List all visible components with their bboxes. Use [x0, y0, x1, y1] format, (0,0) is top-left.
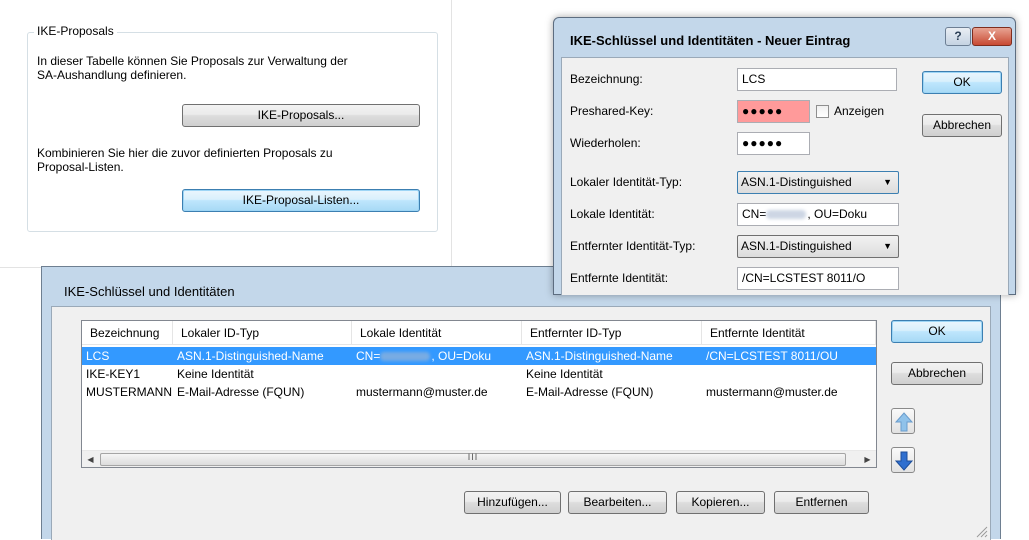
column-header-name[interactable]: Bezeichnung — [82, 321, 173, 345]
cell-remote-type: ASN.1-Distinguished-Name — [526, 349, 673, 363]
remote-type-label: Entfernter Identität-Typ: — [570, 239, 696, 253]
local-id-suffix: , OU=Doku — [807, 207, 868, 221]
grip-mark: III — [467, 452, 479, 462]
edit-button[interactable]: Bearbeiten... — [568, 491, 667, 514]
description-line: SA-Aushandlung definieren. — [37, 68, 187, 82]
cell-name: LCS — [86, 349, 110, 363]
cell-remote-id — [702, 365, 876, 383]
ok-button[interactable]: OK — [922, 71, 1002, 94]
cancel-button[interactable]: Abbrechen — [891, 362, 983, 385]
add-button[interactable]: Hinzufügen... — [464, 491, 561, 514]
repeat-label: Wiederholen: — [570, 136, 641, 150]
cell-name: IKE-KEY1 — [86, 367, 141, 381]
arrow-up-icon — [895, 412, 913, 432]
dialog-client-area: Bezeichnung Lokaler ID-Typ Lokale Identi… — [51, 306, 991, 540]
cancel-button[interactable]: Abbrechen — [922, 114, 1002, 137]
table-row[interactable]: LCS ASN.1-Distinguished-Name CN= , OU=Dok… — [82, 347, 876, 365]
column-header-remote-id[interactable]: Entfernte Identität — [702, 321, 876, 345]
show-key-checkbox[interactable] — [816, 105, 829, 118]
description-line: Kombinieren Sie hier die zuvor definiert… — [37, 146, 333, 160]
scrollbar-thumb[interactable]: III — [100, 452, 846, 466]
description-line: In dieser Tabelle können Sie Proposals z… — [37, 54, 348, 68]
cell-local-id: CN= , OU=Doku — [352, 347, 522, 365]
horizontal-scrollbar[interactable]: ◀ III ▶ — [82, 450, 876, 467]
cell-local-type: E-Mail-Adresse (FQUN) — [177, 385, 305, 399]
close-button[interactable]: X — [972, 27, 1012, 46]
preshared-key-field[interactable]: ●●●●● — [737, 100, 810, 123]
local-type-label: Lokaler Identität-Typ: — [570, 175, 683, 189]
chevron-down-icon: ▼ — [883, 241, 892, 251]
table-row[interactable]: IKE-KEY1 Keine Identität Keine Identität — [82, 365, 876, 383]
dialog-title: IKE-Schlüssel und Identitäten — [64, 284, 235, 299]
ike-proposals-button[interactable]: IKE-Proposals... — [182, 104, 420, 127]
groupbox-title: IKE-Proposals — [34, 24, 117, 38]
cell-remote-type: Keine Identität — [526, 367, 603, 381]
masked-value: ●●●●● — [742, 136, 784, 150]
scroll-left-icon[interactable]: ◀ — [82, 451, 99, 468]
chevron-down-icon: ▼ — [883, 177, 892, 187]
proposals-description: In dieser Tabelle können Sie Proposals z… — [37, 54, 348, 82]
local-id-prefix: CN= — [742, 207, 767, 221]
column-header-remote-type[interactable]: Entfernter ID-Typ — [522, 321, 702, 345]
column-header-local-id[interactable]: Lokale Identität — [352, 321, 522, 345]
copy-button[interactable]: Kopieren... — [676, 491, 765, 514]
selected-value: ASN.1-Distinguished — [741, 239, 852, 253]
list-header: Bezeichnung Lokaler ID-Typ Lokale Identi… — [82, 321, 876, 345]
move-up-button[interactable] — [891, 408, 915, 434]
name-label: Bezeichnung: — [570, 72, 643, 86]
remote-identity-type-select[interactable]: ASN.1-Distinguished ▼ — [737, 235, 899, 258]
repeat-key-field[interactable]: ●●●●● — [737, 132, 810, 155]
selected-value: ASN.1-Distinguished — [741, 175, 852, 189]
arrow-down-icon — [895, 451, 913, 471]
help-icon: ? — [954, 29, 962, 43]
scroll-right-icon[interactable]: ▶ — [859, 451, 876, 468]
description-line: Proposal-Listen. — [37, 160, 124, 174]
ike-proposal-lists-button[interactable]: IKE-Proposal-Listen... — [182, 189, 420, 212]
cell-local-type: ASN.1-Distinguished-Name — [177, 349, 324, 363]
cell-remote-type: E-Mail-Adresse (FQUN) — [526, 385, 654, 399]
proposal-lists-description: Kombinieren Sie hier die zuvor definiert… — [37, 146, 333, 174]
local-id-suffix: , OU=Doku — [431, 349, 492, 363]
ike-keys-list[interactable]: Bezeichnung Lokaler ID-Typ Lokale Identi… — [81, 320, 877, 468]
masked-value: ●●●●● — [742, 104, 784, 118]
psk-label: Preshared-Key: — [570, 104, 654, 118]
close-icon: X — [987, 29, 996, 43]
cell-local-id: mustermann@muster.de — [356, 385, 488, 399]
help-button[interactable]: ? — [945, 27, 971, 46]
local-identity-type-select[interactable]: ASN.1-Distinguished ▼ — [737, 171, 899, 194]
dialog-title: IKE-Schlüssel und Identitäten - Neuer Ei… — [570, 33, 851, 48]
remove-button[interactable]: Entfernen — [774, 491, 869, 514]
cell-name: MUSTERMANN — [86, 385, 172, 399]
cell-local-id — [352, 365, 522, 383]
column-header-local-type[interactable]: Lokaler ID-Typ — [173, 321, 352, 345]
cell-local-type: Keine Identität — [177, 367, 254, 381]
cell-remote-id: /CN=LCSTEST 8011/OU — [706, 349, 838, 363]
ok-button[interactable]: OK — [891, 320, 983, 343]
move-down-button[interactable] — [891, 447, 915, 473]
name-field[interactable]: LCS — [737, 68, 897, 91]
table-row[interactable]: MUSTERMANN E-Mail-Adresse (FQUN) musterm… — [82, 383, 876, 401]
remote-id-label: Entfernte Identität: — [570, 271, 669, 285]
dialog-client-area: Bezeichnung: LCS Preshared-Key: ●●●●● An… — [561, 57, 1009, 295]
redacted-blur — [380, 352, 431, 362]
remote-identity-field[interactable]: /CN=LCSTEST 8011/O — [737, 267, 899, 290]
ike-proposals-panel: IKE-Proposals In dieser Tabelle können S… — [0, 0, 452, 268]
cell-remote-id: mustermann@muster.de — [706, 385, 838, 399]
ike-keys-dialog: IKE-Schlüssel und Identitäten Bezeichnun… — [41, 266, 1001, 540]
local-identity-field[interactable]: CN= , OU=Doku — [737, 203, 899, 226]
resize-grip-icon[interactable] — [976, 526, 988, 538]
local-id-prefix: CN= — [356, 349, 381, 363]
show-key-label[interactable]: Anzeigen — [834, 104, 884, 118]
local-id-label: Lokale Identität: — [570, 207, 655, 221]
redacted-blur — [766, 210, 807, 220]
new-entry-dialog: IKE-Schlüssel und Identitäten - Neuer Ei… — [553, 17, 1016, 295]
